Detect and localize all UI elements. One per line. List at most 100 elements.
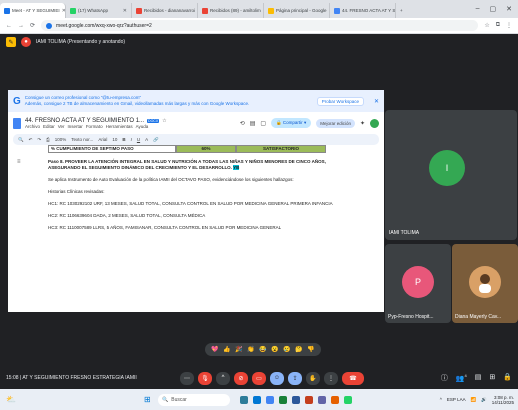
reaction-button[interactable]: 👎: [307, 346, 314, 353]
docs-icon[interactable]: [13, 117, 21, 129]
volume-icon[interactable]: 🔊: [481, 397, 487, 403]
whatsapp-icon[interactable]: [344, 395, 352, 404]
reaction-button[interactable]: 👏: [247, 346, 254, 353]
file-explorer-icon[interactable]: [253, 395, 261, 404]
chrome-icon[interactable]: [266, 395, 274, 404]
mic-off-icon[interactable]: 🎙: [198, 371, 212, 385]
doc-body[interactable]: % CUMPLIMIENTO DE SEPTIMO PASO 60% SATIS…: [48, 145, 344, 312]
comment-icon[interactable]: ▤: [250, 120, 256, 127]
wifi-icon[interactable]: 📶: [471, 397, 477, 403]
style-select[interactable]: Texto nor...: [71, 137, 93, 142]
word-icon[interactable]: [292, 395, 300, 404]
doc-menu-item[interactable]: Formato: [86, 124, 103, 129]
more-audio-icon[interactable]: ⋯: [180, 371, 194, 385]
bookmark-icon[interactable]: ☆: [484, 22, 489, 29]
font-size-field[interactable]: 10: [112, 137, 117, 142]
reaction-button[interactable]: 👍: [223, 346, 230, 353]
doc-menu-item[interactable]: Insertar: [68, 124, 83, 129]
chevron-up-icon[interactable]: ^: [440, 397, 442, 402]
chat-icon[interactable]: ▤: [475, 373, 482, 383]
close-tab-icon[interactable]: ✕: [123, 8, 127, 14]
menu-icon[interactable]: ⋮: [506, 22, 512, 29]
search-field[interactable]: 🔍 Buscar: [158, 393, 230, 406]
weather-icon[interactable]: ⛅: [6, 395, 16, 404]
more-options-icon[interactable]: ⋮: [324, 371, 338, 385]
new-tab-button[interactable]: +: [396, 3, 407, 18]
reaction-button[interactable]: 💖: [211, 346, 218, 353]
captions-icon[interactable]: ▭: [252, 371, 266, 385]
participant-tile[interactable]: Diana Mayerly Cav...: [452, 244, 518, 323]
share-button[interactable]: 🔒 Compartir ▾: [271, 118, 312, 128]
back-icon[interactable]: ←: [6, 23, 12, 29]
clock[interactable]: 3:08 p. m. 14/11/2025: [492, 395, 514, 405]
chevron-up-icon[interactable]: ^: [216, 371, 230, 385]
close-window-icon[interactable]: ✕: [506, 5, 512, 13]
table-row: % CUMPLIMIENTO DE SEPTIMO PASO 60% SATIS…: [48, 145, 344, 153]
reload-icon[interactable]: ⟳: [30, 22, 35, 29]
participant-tile[interactable]: I IAMI TOLIMA: [385, 110, 517, 240]
browser-tab[interactable]: Recibidos (89) - amiltolim✕: [198, 3, 264, 18]
reaction-button[interactable]: 🎉: [235, 346, 242, 353]
doc-menu-item[interactable]: Archivo: [25, 124, 40, 129]
meet-present-icon[interactable]: ▢: [260, 120, 266, 127]
forward-icon[interactable]: →: [18, 23, 24, 29]
taskview-icon[interactable]: [240, 395, 248, 404]
undo-icon[interactable]: ↶: [29, 137, 33, 143]
avatar[interactable]: [370, 118, 379, 128]
doc-menu-item[interactable]: Herramientas: [106, 124, 133, 129]
minimize-icon[interactable]: –: [476, 5, 480, 13]
extensions-icon[interactable]: ⧉: [496, 22, 500, 29]
start-icon[interactable]: ⊞: [144, 395, 151, 404]
doc-menu-item[interactable]: Editar: [43, 124, 55, 129]
bold-icon[interactable]: B: [122, 137, 125, 142]
hand-icon[interactable]: ✋: [306, 371, 320, 385]
redo-icon[interactable]: ↷: [37, 137, 41, 143]
browser-tab[interactable]: Página principal - Google✕: [264, 3, 330, 18]
try-workspace-button[interactable]: Probar Workspace: [316, 96, 364, 106]
presenting-bar: ✎ ● IAMI TOLIMA (Presentando y anotando): [0, 34, 518, 50]
camera-off-icon[interactable]: ⊘: [234, 371, 248, 385]
link-icon[interactable]: 🔗: [153, 137, 159, 143]
reaction-button[interactable]: 😮: [271, 346, 278, 353]
text-color-icon[interactable]: A: [145, 137, 148, 142]
lock-icon[interactable]: 🔒: [503, 373, 512, 383]
print-icon[interactable]: ⎙: [46, 137, 50, 142]
end-call-icon[interactable]: ☎: [342, 371, 364, 385]
present-icon[interactable]: ⇪: [288, 371, 302, 385]
emoji-icon[interactable]: ☺: [270, 371, 284, 385]
maximize-icon[interactable]: ▢: [490, 5, 497, 13]
doc-menu-item[interactable]: Ayuda: [136, 124, 149, 129]
italic-icon[interactable]: I: [131, 137, 132, 142]
browser-tab[interactable]: (17) WhatsApp ✕: [66, 3, 132, 18]
star-icon[interactable]: ☆: [162, 118, 166, 124]
activities-icon[interactable]: ⊞: [489, 373, 495, 383]
firefox-icon[interactable]: [331, 395, 339, 404]
teams-icon[interactable]: [318, 395, 326, 404]
url-field[interactable]: meet.google.com/wxq-xwo-qrz?authuser=2: [41, 20, 479, 31]
browser-tab[interactable]: Recibidos - diananavarroi✕: [132, 3, 198, 18]
info-icon[interactable]: ⓘ: [441, 373, 448, 383]
reaction-button[interactable]: 🤔: [295, 346, 302, 353]
underline-icon[interactable]: U: [137, 137, 140, 142]
excel-icon[interactable]: [279, 395, 287, 404]
reaction-button[interactable]: 😢: [283, 346, 290, 353]
zoom-select[interactable]: 100%: [55, 137, 67, 142]
font-select[interactable]: Arial: [98, 137, 107, 142]
lang-indicator[interactable]: ESP LAA: [447, 397, 466, 402]
participant-tile[interactable]: P Pyp-Fresno Hospit...: [385, 244, 451, 323]
gemini-icon[interactable]: ✦: [360, 120, 365, 127]
site-info-icon[interactable]: [46, 22, 53, 29]
search-menus-icon[interactable]: 🔍: [18, 137, 24, 143]
history-icon[interactable]: ⟲: [240, 120, 245, 127]
annotate-icon[interactable]: ✎: [6, 37, 16, 47]
browser-tab[interactable]: Meet - AT Y SEGUIMIEI ✕: [0, 3, 66, 18]
browser-tab[interactable]: 44. FRESNO ACTA AT Y S✕: [330, 3, 396, 18]
powerpoint-icon[interactable]: [305, 395, 313, 404]
close-banner-icon[interactable]: ✕: [374, 98, 379, 105]
outline-icon[interactable]: ≡: [17, 159, 21, 165]
reaction-button[interactable]: 😂: [259, 346, 266, 353]
doc-menu-item[interactable]: Ver: [58, 124, 65, 129]
improve-edit-button[interactable]: Mejorar edición: [316, 118, 355, 128]
reactions-bar: 💖 👍 🎉 👏 😂 😮 😢 🤔 👎: [205, 343, 321, 356]
people-icon[interactable]: 👥4: [456, 373, 467, 383]
